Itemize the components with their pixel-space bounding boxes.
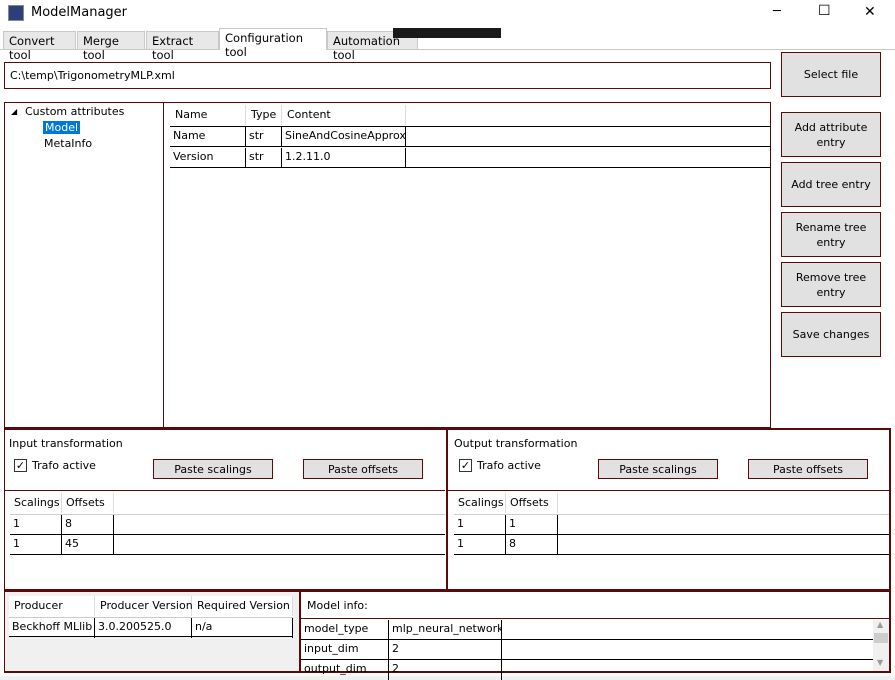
cell[interactable]: model_type — [301, 620, 389, 640]
table-row[interactable]: 18 — [454, 535, 889, 555]
tree-root[interactable]: Custom attributes — [25, 105, 124, 118]
tab-convert[interactable]: Convert tool — [3, 31, 76, 62]
table-row[interactable]: 1 45 — [10, 535, 445, 555]
minimize-button[interactable]: ─ — [773, 4, 781, 19]
tree-item-metainfo[interactable]: MetaInfo — [44, 137, 92, 150]
title-bar: ModelManager ─ ☐ ✕ — [0, 0, 895, 27]
add-attribute-entry-button[interactable]: Add attribute entry — [781, 112, 881, 157]
cell[interactable]: 1 — [10, 515, 62, 535]
table-row[interactable]: Version str 1.2.11.0 — [170, 148, 771, 168]
cell[interactable]: 3.0.200525.0 — [95, 618, 192, 638]
tree-item-model[interactable]: Model — [43, 121, 81, 134]
cell[interactable]: SineAndCosineApprox — [282, 127, 406, 147]
cell[interactable]: output_dim — [301, 660, 389, 680]
input-transformation-panel: Input transformation ✓ Trafo active Paste… — [4, 428, 448, 591]
output-transformation-panel: Output transformation ✓ Trafo active Past… — [446, 428, 891, 591]
column-header[interactable]: Offsets — [506, 493, 558, 513]
cell[interactable]: input_dim — [301, 640, 389, 660]
column-header[interactable]: Scalings — [10, 493, 62, 513]
cell[interactable]: 45 — [62, 535, 114, 555]
column-header[interactable]: Type — [246, 105, 282, 125]
model-info-panel: Model info: model_type mlp_neural_network… — [299, 590, 891, 680]
tab-configuration[interactable]: Configuration tool — [219, 28, 327, 59]
trafo-active-checkbox[interactable]: ✓ Trafo active — [14, 459, 96, 472]
cell[interactable]: Version — [170, 148, 246, 168]
expand-arrow-icon[interactable]: ◢ — [11, 107, 17, 116]
table-row[interactable]: model_type mlp_neural_network — [301, 620, 873, 640]
tab-extract[interactable]: Extract tool — [146, 31, 219, 62]
table-row[interactable]: input_dim 2 — [301, 640, 873, 660]
checkmark-icon: ✓ — [459, 459, 472, 472]
close-button[interactable]: ✕ — [864, 4, 876, 20]
cell[interactable]: 2 — [389, 660, 502, 680]
cell[interactable]: 1 — [10, 535, 62, 555]
column-header[interactable]: Scalings — [454, 493, 506, 513]
scroll-up-icon[interactable]: ▲ — [877, 620, 883, 629]
column-header[interactable]: Offsets — [62, 493, 114, 513]
cell[interactable]: str — [246, 148, 282, 168]
cell[interactable]: str — [246, 127, 282, 147]
column-header[interactable]: Content — [282, 105, 406, 125]
table-row[interactable]: 18 — [10, 515, 445, 535]
maximize-button[interactable]: ☐ — [818, 3, 831, 19]
column-header[interactable]: Name — [170, 105, 246, 125]
column-header[interactable]: Required Version — [192, 596, 293, 616]
redaction-bar — [393, 28, 501, 38]
column-header[interactable]: Producer — [9, 596, 95, 616]
cell[interactable]: 8 — [62, 515, 114, 535]
scroll-thumb[interactable] — [874, 633, 888, 643]
checkbox-label: Trafo active — [32, 459, 96, 472]
select-file-button[interactable]: Select file — [781, 52, 881, 97]
remove-tree-entry-button[interactable]: Remove tree entry — [781, 262, 881, 307]
save-changes-button[interactable]: Save changes — [781, 312, 881, 357]
add-tree-entry-button[interactable]: Add tree entry — [781, 162, 881, 207]
paste-scalings-button[interactable]: Paste scalings — [598, 459, 718, 479]
tab-merge[interactable]: Merge tool — [77, 31, 145, 62]
cell[interactable]: 1.2.11.0 — [282, 148, 406, 168]
table-row[interactable]: 11 — [454, 515, 889, 535]
cell[interactable]: n/a — [192, 618, 293, 638]
column-header[interactable]: Producer Version — [95, 596, 193, 616]
table-row[interactable]: output_dim 2 — [301, 660, 873, 680]
vertical-scrollbar[interactable]: ▲ ▼ — [873, 620, 889, 671]
cell[interactable]: 1 — [454, 515, 506, 535]
paste-offsets-button[interactable]: Paste offsets — [303, 459, 423, 479]
cell[interactable]: 2 — [389, 640, 502, 660]
cell[interactable]: Name — [170, 127, 246, 147]
file-path-field[interactable]: C:\temp\TrigonometryMLP.xml — [4, 62, 771, 89]
table-row[interactable]: Name str SineAndCosineApprox — [170, 127, 771, 147]
grid-header: Name Type Content — [170, 105, 770, 126]
window-title: ModelManager — [31, 5, 128, 20]
rename-tree-entry-button[interactable]: Rename tree entry — [781, 212, 881, 257]
scroll-down-icon[interactable]: ▼ — [877, 658, 883, 667]
file-path-text: C:\temp\TrigonometryMLP.xml — [10, 69, 175, 82]
cell[interactable]: 1 — [454, 535, 506, 555]
cell[interactable]: Beckhoff MLlib — [9, 618, 95, 638]
model-info-title: Model info: — [307, 599, 368, 612]
table-row[interactable]: Beckhoff MLlib 3.0.200525.0 n/a — [9, 617, 293, 638]
app-icon — [8, 5, 24, 21]
paste-scalings-button[interactable]: Paste scalings — [153, 459, 273, 479]
cell[interactable]: mlp_neural_network — [389, 620, 502, 640]
tree-view[interactable]: ◢ Custom attributes Model MetaInfo — [4, 102, 164, 428]
checkmark-icon: ✓ — [14, 459, 27, 472]
panel-title: Output transformation — [454, 437, 578, 450]
panel-title: Input transformation — [9, 437, 123, 450]
cell[interactable]: 8 — [506, 535, 558, 555]
checkbox-label: Trafo active — [477, 459, 541, 472]
paste-offsets-button[interactable]: Paste offsets — [748, 459, 868, 479]
attributes-grid[interactable]: Name Type Content Name str SineAndCosine… — [163, 102, 771, 428]
trafo-active-checkbox[interactable]: ✓ Trafo active — [459, 459, 541, 472]
cell[interactable]: 1 — [506, 515, 558, 535]
producer-grid[interactable]: Producer Producer Version Required Versi… — [4, 590, 300, 673]
